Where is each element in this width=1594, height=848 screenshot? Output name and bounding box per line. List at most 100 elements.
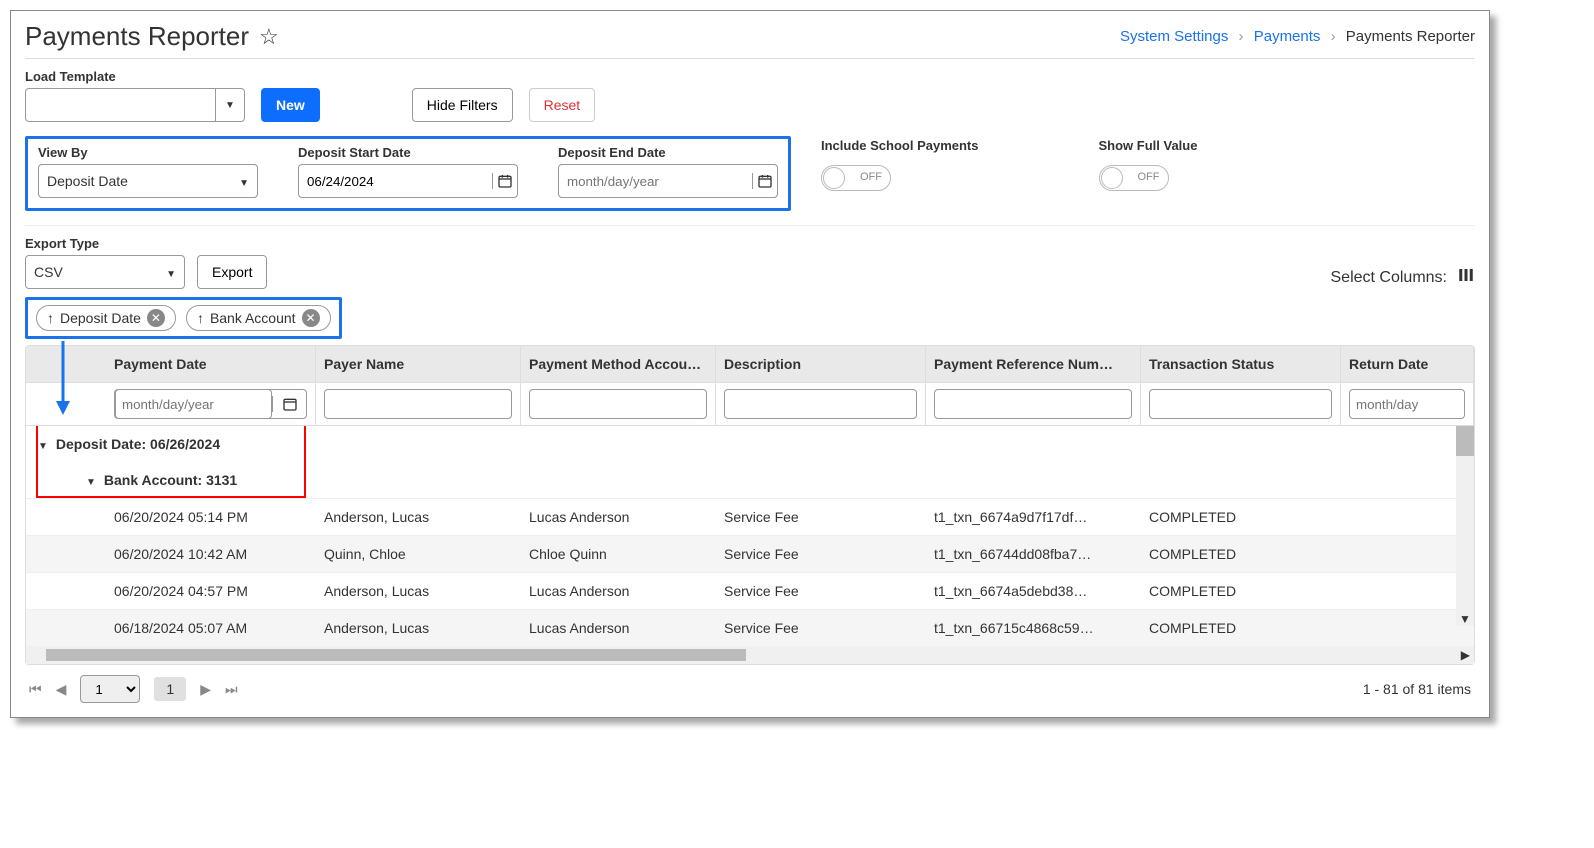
cell-description: Service Fee bbox=[716, 573, 926, 609]
toggle-off-label: OFF bbox=[1138, 171, 1160, 183]
cell-payer-name: Anderson, Lucas bbox=[316, 573, 521, 609]
cell-description: Service Fee bbox=[716, 610, 926, 646]
cell-payment-method: Chloe Quinn bbox=[521, 536, 716, 572]
reset-button[interactable]: Reset bbox=[529, 88, 596, 122]
col-return-date[interactable]: Return Date bbox=[1341, 346, 1474, 382]
table-row[interactable]: 06/20/2024 05:14 PMAnderson, LucasLucas … bbox=[26, 498, 1474, 535]
cell-payment-method: Lucas Anderson bbox=[521, 499, 716, 535]
chevron-right-icon: › bbox=[1331, 28, 1336, 45]
cell-status: COMPLETED bbox=[1141, 573, 1341, 609]
group-bank-account[interactable]: Bank Account: 3131 bbox=[26, 462, 1474, 498]
favorite-star-icon[interactable]: ☆ bbox=[259, 24, 279, 50]
cell-payer-name: Anderson, Lucas bbox=[316, 499, 521, 535]
filter-reference-number[interactable] bbox=[934, 389, 1132, 419]
remove-chip-icon[interactable]: ✕ bbox=[147, 309, 165, 327]
pager-page-select[interactable]: 1 bbox=[80, 675, 140, 703]
table-row[interactable]: 06/20/2024 10:42 AMQuinn, ChloeChloe Qui… bbox=[26, 535, 1474, 572]
col-payer-name[interactable]: Payer Name bbox=[316, 346, 521, 382]
scroll-down-icon[interactable]: ▼ bbox=[1456, 612, 1474, 626]
calendar-icon[interactable] bbox=[752, 173, 777, 189]
export-type-select[interactable]: CSV bbox=[25, 255, 185, 289]
load-template-combo[interactable] bbox=[25, 88, 245, 122]
view-by-select[interactable]: Deposit Date bbox=[38, 164, 258, 198]
filter-payment-date[interactable] bbox=[114, 389, 307, 419]
select-columns-label: Select Columns: bbox=[1331, 269, 1448, 287]
sort-chip-bank-account[interactable]: ↑ Bank Account ✕ bbox=[186, 305, 331, 331]
cell-payment-date: 06/20/2024 10:42 AM bbox=[106, 536, 316, 572]
sort-chips-highlight: ↑ Deposit Date ✕ ↑ Bank Account ✕ bbox=[25, 297, 342, 339]
table-row[interactable]: 06/18/2024 05:07 AMAnderson, LucasLucas … bbox=[26, 609, 1474, 646]
pager-summary: 1 - 81 of 81 items bbox=[1363, 681, 1471, 697]
col-reference-number[interactable]: Payment Reference Num… bbox=[926, 346, 1141, 382]
export-button[interactable]: Export bbox=[197, 255, 267, 289]
cell-status: COMPLETED bbox=[1141, 610, 1341, 646]
arrow-up-icon: ↑ bbox=[197, 310, 204, 326]
view-by-value: Deposit Date bbox=[47, 173, 128, 189]
cell-payment-date: 06/20/2024 05:14 PM bbox=[106, 499, 316, 535]
hide-filters-button[interactable]: Hide Filters bbox=[412, 88, 513, 122]
filter-return-date[interactable] bbox=[1349, 389, 1465, 419]
deposit-end-label: Deposit End Date bbox=[558, 145, 778, 160]
page-title: Payments Reporter bbox=[25, 21, 249, 52]
new-button[interactable]: New bbox=[261, 88, 320, 122]
cell-status: COMPLETED bbox=[1141, 499, 1341, 535]
deposit-start-input[interactable] bbox=[298, 164, 518, 198]
cell-description: Service Fee bbox=[716, 499, 926, 535]
load-template-dropdown-icon[interactable] bbox=[215, 88, 245, 122]
deposit-start-field[interactable] bbox=[299, 165, 492, 197]
cell-description: Service Fee bbox=[716, 536, 926, 572]
scroll-right-icon[interactable]: ▶ bbox=[1461, 648, 1470, 662]
show-full-label: Show Full Value bbox=[1099, 138, 1198, 153]
pager-next-icon[interactable]: ▶ bbox=[200, 681, 211, 698]
filter-payer-name[interactable] bbox=[324, 389, 512, 419]
columns-icon[interactable] bbox=[1457, 266, 1475, 289]
cell-payment-method: Lucas Anderson bbox=[521, 610, 716, 646]
cell-payment-method: Lucas Anderson bbox=[521, 573, 716, 609]
pager-first-icon[interactable]: ⏮ bbox=[29, 681, 42, 698]
pager-current-page: 1 bbox=[154, 677, 186, 701]
deposit-start-label: Deposit Start Date bbox=[298, 145, 518, 160]
filter-payment-date-field[interactable] bbox=[115, 389, 272, 419]
remove-chip-icon[interactable]: ✕ bbox=[302, 309, 320, 327]
horizontal-scrollbar[interactable]: ▶ bbox=[26, 646, 1474, 664]
breadcrumb-current: Payments Reporter bbox=[1346, 28, 1475, 45]
chevron-down-icon bbox=[166, 264, 176, 280]
calendar-icon[interactable] bbox=[272, 396, 306, 412]
load-template-label: Load Template bbox=[25, 69, 245, 84]
breadcrumb-system-settings[interactable]: System Settings bbox=[1120, 28, 1228, 45]
table-row[interactable]: 06/20/2024 04:57 PMAnderson, LucasLucas … bbox=[26, 572, 1474, 609]
group-deposit-date[interactable]: Deposit Date: 06/26/2024 bbox=[26, 426, 1474, 462]
cell-payment-date: 06/18/2024 05:07 AM bbox=[106, 610, 316, 646]
breadcrumb: System Settings › Payments › Payments Re… bbox=[1120, 28, 1475, 45]
col-payment-method[interactable]: Payment Method Accou… bbox=[521, 346, 716, 382]
arrow-up-icon: ↑ bbox=[47, 310, 54, 326]
cell-reference: t1_txn_6674a5debd38… bbox=[926, 573, 1141, 609]
cell-reference: t1_txn_6674a9d7f17df… bbox=[926, 499, 1141, 535]
filter-payment-method[interactable] bbox=[529, 389, 707, 419]
toggle-off-label: OFF bbox=[860, 171, 882, 183]
vertical-scrollbar[interactable]: ▼ bbox=[1456, 426, 1474, 626]
include-school-toggle[interactable]: OFF bbox=[821, 165, 891, 191]
sort-chip-deposit-date[interactable]: ↑ Deposit Date ✕ bbox=[36, 305, 176, 331]
col-description[interactable]: Description bbox=[716, 346, 926, 382]
chevron-right-icon: › bbox=[1239, 28, 1244, 45]
show-full-toggle[interactable]: OFF bbox=[1099, 165, 1169, 191]
col-payment-date[interactable]: Payment Date bbox=[106, 346, 316, 382]
cell-payer-name: Quinn, Chloe bbox=[316, 536, 521, 572]
deposit-end-field[interactable] bbox=[559, 165, 752, 197]
collapse-icon bbox=[38, 436, 48, 452]
export-type-value: CSV bbox=[34, 264, 63, 280]
view-by-label: View By bbox=[38, 145, 258, 160]
calendar-icon[interactable] bbox=[492, 173, 517, 189]
collapse-icon bbox=[86, 472, 96, 488]
load-template-input[interactable] bbox=[25, 88, 215, 122]
cell-reference: t1_txn_66715c4868c59… bbox=[926, 610, 1141, 646]
breadcrumb-payments[interactable]: Payments bbox=[1254, 28, 1321, 45]
col-transaction-status[interactable]: Transaction Status bbox=[1141, 346, 1341, 382]
pager-prev-icon[interactable]: ◀ bbox=[56, 681, 67, 698]
filter-description[interactable] bbox=[724, 389, 917, 419]
deposit-end-input[interactable] bbox=[558, 164, 778, 198]
chevron-down-icon bbox=[239, 173, 249, 189]
pager-last-icon[interactable]: ⏭ bbox=[225, 681, 238, 698]
filter-transaction-status[interactable] bbox=[1149, 389, 1332, 419]
